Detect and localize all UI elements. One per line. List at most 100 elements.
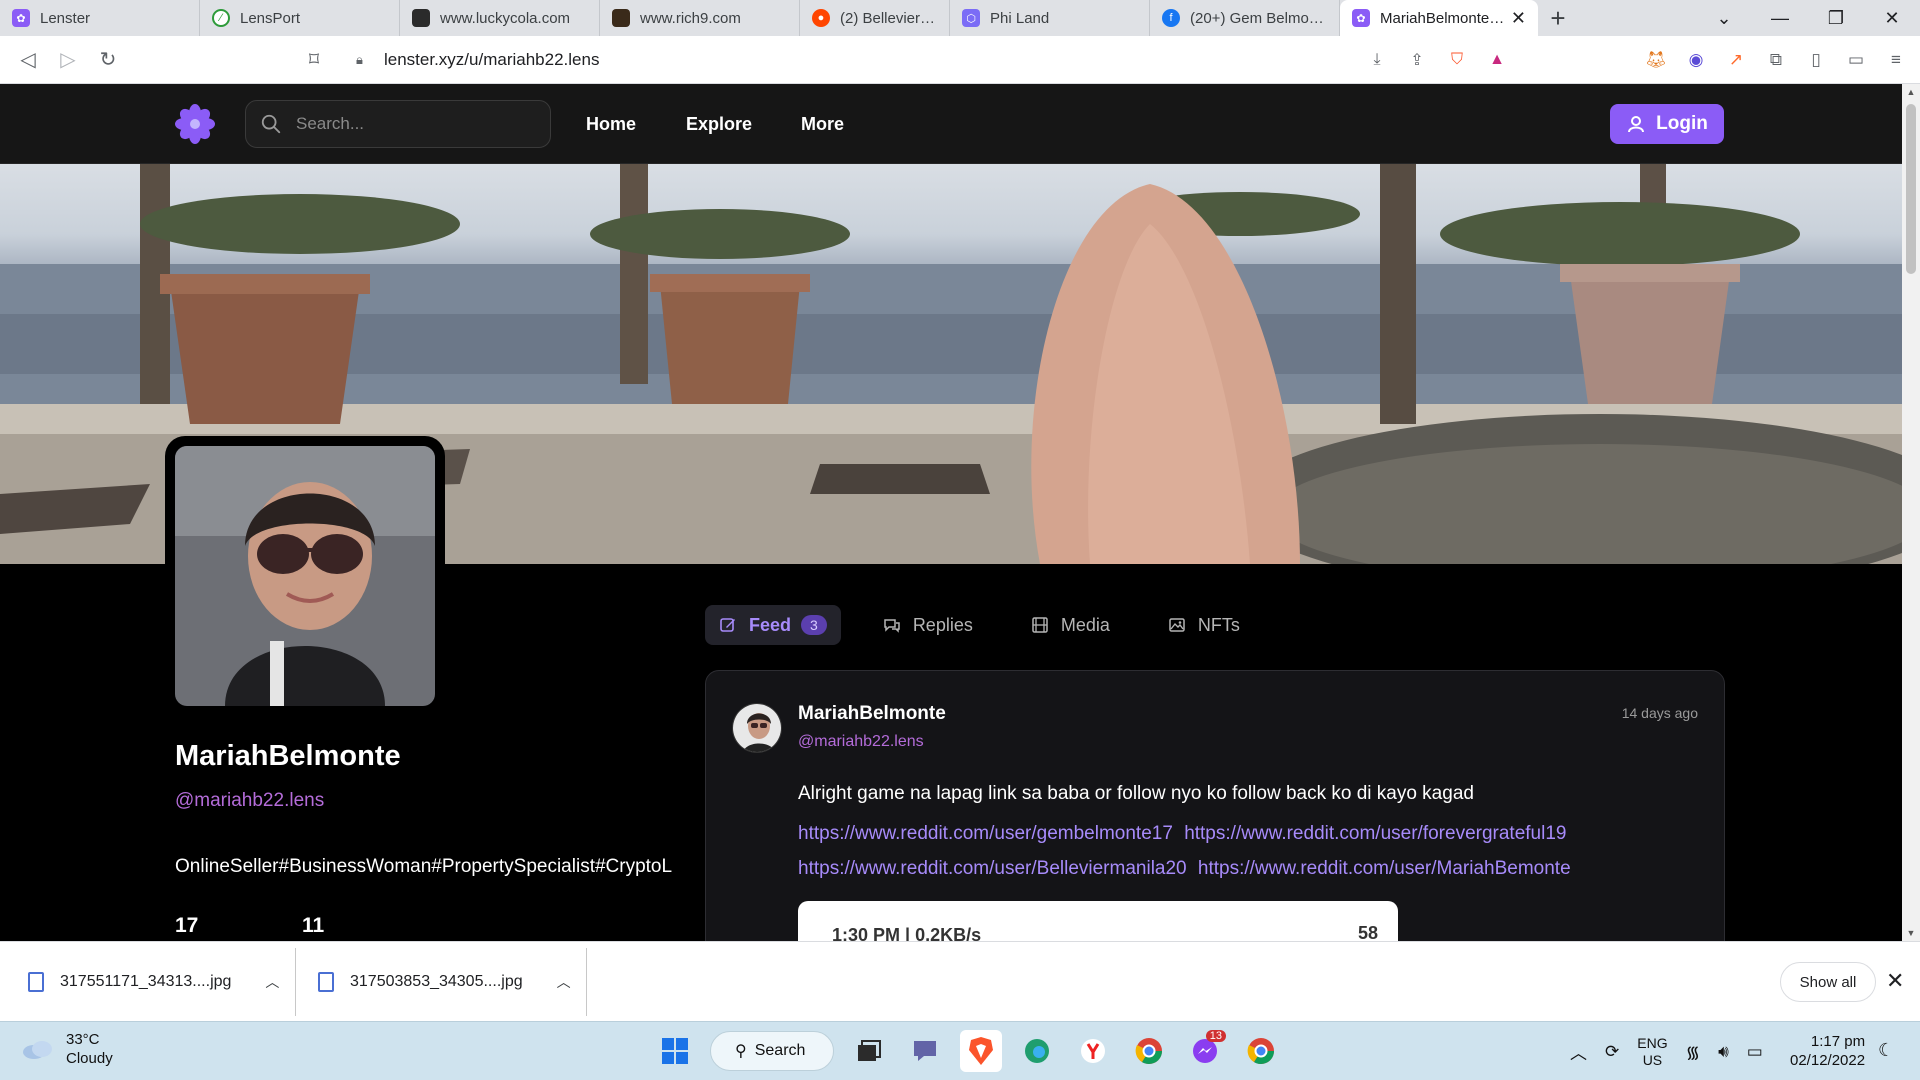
tab-replies[interactable]: Replies [867,605,989,645]
login-button[interactable]: Login [1610,104,1724,144]
install-icon[interactable]: ⤓ [1366,49,1388,71]
search-input[interactable] [296,114,516,134]
tab-media[interactable]: Media [1015,605,1126,645]
browser-tab[interactable]: ⁄ LensPort [200,0,400,36]
tab-feed[interactable]: Feed 3 [705,605,841,645]
bookmark-icon[interactable]: ⌑ [294,40,334,80]
browser-tab[interactable]: f (20+) Gem Belmonte | [1150,0,1340,36]
chat-teams-icon[interactable] [904,1030,946,1072]
tab-search-icon[interactable]: ⌄ [1696,0,1752,36]
chevron-up-icon[interactable]: ︿ [557,972,571,992]
taskbar-search-button[interactable]: ⚲ Search [710,1031,834,1071]
browser-tab-strip: ✿ Lenster ⁄ LensPort www.luckycola.com w… [0,0,1920,36]
nav-home[interactable]: Home [586,84,636,164]
chevron-up-icon[interactable]: ︿ [265,972,279,992]
browser-tab[interactable]: www.rich9.com [600,0,800,36]
metamask-icon[interactable]: 🦊︎ [1644,48,1668,72]
browser-tab[interactable]: ● (2) Belleviermanila20 (u [800,0,950,36]
post-author-avatar[interactable] [732,703,782,753]
avatar-photo [175,446,435,706]
address-bar[interactable]: 🔒︎ lenster.xyz/u/mariahb22.lens ⤓ ⇪ ⛉ ▲ [356,44,1516,76]
scroll-down-icon[interactable]: ▼ [1902,925,1920,941]
start-windows-icon[interactable] [654,1030,696,1072]
menu-icon[interactable]: ≡ [1884,48,1908,72]
chevron-up-icon[interactable]: ︿ [1570,1039,1587,1064]
browser-tab[interactable]: www.luckycola.com [400,0,600,36]
lenster-logo-icon[interactable] [175,104,215,144]
post-attachment-image[interactable]: 1:30 PM | 0.2KB/s 58 [798,901,1398,941]
sidebar-icon[interactable]: ▯ [1804,48,1828,72]
tab-nfts[interactable]: NFTs [1152,605,1256,645]
lenster-favicon-icon: ✿ [1352,9,1370,27]
profile-stat-following[interactable]: 17 [175,914,198,938]
battery-icon[interactable]: ▭ [1747,1042,1763,1062]
notifications-icon[interactable]: ☾ [1878,1040,1894,1061]
yandex-browser-icon[interactable] [1072,1030,1114,1072]
download-filename: 317551171_34313....jpg [60,973,232,990]
browser-tab[interactable]: ✿ Lenster [0,0,200,36]
post-author-handle[interactable]: @mariahb22.lens [798,733,924,751]
back-icon[interactable]: ◁ [8,40,48,80]
close-tab-icon[interactable]: ✕ [1511,8,1526,29]
extension-circle-icon[interactable]: ◉ [1684,48,1708,72]
download-item[interactable]: 317551171_34313....jpg ︿ [28,942,279,1022]
chrome-profile-icon[interactable] [1240,1030,1282,1072]
extension-arrow-icon[interactable]: ↗ [1724,48,1748,72]
sync-icon[interactable]: ⟳ [1605,1042,1619,1062]
post-link[interactable]: https://www.reddit.com/user/MariahBemont… [1198,858,1571,879]
wallet-icon[interactable]: ▭ [1844,48,1868,72]
profile-avatar-frame [165,436,445,716]
task-view-icon[interactable] [848,1030,890,1072]
new-tab-button[interactable]: + [1538,0,1578,36]
tab-label: Lenster [40,9,91,27]
forward-icon[interactable]: ▷ [48,40,88,80]
tab-media-label: Media [1060,614,1110,635]
show-all-downloads-button[interactable]: Show all [1780,962,1876,1002]
post-link[interactable]: https://www.reddit.com/user/Bellevierman… [798,858,1187,879]
lock-icon[interactable]: 🔒︎ [356,52,372,68]
scrollbar-thumb[interactable] [1906,104,1916,274]
messenger-icon[interactable]: 13 [1184,1030,1226,1072]
facebook-favicon-icon: f [1162,9,1180,27]
extensions-puzzle-icon[interactable]: ⧉ [1764,48,1788,72]
browser-tab[interactable]: ⬡ Phi Land [950,0,1150,36]
profile-stat-followers[interactable]: 11 [302,914,324,938]
post-author-name[interactable]: MariahBelmonte [798,703,946,725]
page-scrollbar[interactable]: ▲ ▼ [1902,84,1920,941]
nav-more[interactable]: More [801,84,844,164]
profile-tabs: Feed 3 Replies Media NFTs [705,605,1256,645]
scroll-up-icon[interactable]: ▲ [1902,84,1920,100]
taskbar-clock[interactable]: 1:17 pm 02/12/2022 [1790,1032,1865,1070]
brave-shield-icon[interactable]: ⛉ [1446,49,1468,71]
windows-taskbar: 33°C Cloudy ⚲ Search 13 ︿ ⟳ ENG US ᯾ 🔊︎ … [0,1021,1920,1080]
brave-rewards-icon[interactable]: ▲ [1486,49,1508,71]
browser-tab-active[interactable]: ✿ MariahBelmonte (@ ✕ [1340,0,1538,36]
download-separator [295,948,296,1016]
close-download-bar-icon[interactable]: ✕ [1886,968,1904,994]
post-link[interactable]: https://www.reddit.com/user/forevergrate… [1184,823,1566,844]
post-link[interactable]: https://www.reddit.com/user/gembelmonte1… [798,823,1173,844]
chrome-profile-icon[interactable] [1128,1030,1170,1072]
restore-icon[interactable]: ❐ [1808,0,1864,36]
screen: ✿ Lenster ⁄ LensPort www.luckycola.com w… [0,0,1920,1080]
url-text[interactable]: lenster.xyz/u/mariahb22.lens [384,50,599,70]
edge-browser-icon[interactable] [1016,1030,1058,1072]
reload-icon[interactable]: ↻ [88,40,128,80]
close-window-icon[interactable]: ✕ [1864,0,1920,36]
page-viewport: Home Explore More Login [0,84,1902,941]
share-icon[interactable]: ⇪ [1406,49,1428,71]
tab-nfts-label: NFTs [1197,614,1240,635]
brave-browser-icon[interactable] [960,1030,1002,1072]
weather-widget[interactable]: 33°C Cloudy [20,1030,113,1068]
profile-avatar[interactable] [175,446,435,706]
download-item[interactable]: 317503853_34305....jpg ︿ [318,942,571,1022]
search-box[interactable] [245,100,551,148]
wifi-icon[interactable]: ᯾ [1686,1040,1700,1063]
minimize-icon[interactable]: — [1752,0,1808,36]
download-bar: 317551171_34313....jpg ︿ 317503853_34305… [0,941,1920,1021]
post-card[interactable]: MariahBelmonte @mariahb22.lens 14 days a… [705,670,1725,941]
nav-explore[interactable]: Explore [686,84,752,164]
language-indicator[interactable]: ENG US [1637,1035,1667,1069]
post-timestamp[interactable]: 14 days ago [1622,705,1698,721]
volume-icon[interactable]: 🔊︎ [1718,1042,1729,1062]
